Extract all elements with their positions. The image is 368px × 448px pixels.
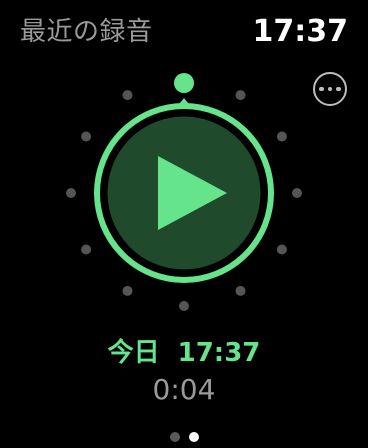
playhead[interactable] bbox=[174, 73, 194, 108]
dial-tick-dot bbox=[276, 244, 287, 255]
recording-time: 17:37 bbox=[177, 338, 261, 368]
dial-tick-dot bbox=[81, 131, 92, 142]
page-dot-1 bbox=[169, 432, 180, 442]
page-indicator bbox=[0, 432, 368, 442]
recording-duration: 0:04 bbox=[152, 373, 216, 406]
play-button[interactable] bbox=[94, 103, 274, 283]
dial-tick-dot bbox=[122, 285, 133, 296]
dial-tick-dot bbox=[235, 90, 246, 101]
dial-tick-dot bbox=[81, 244, 92, 255]
recording-date-label: 今日 bbox=[107, 338, 160, 368]
dial-tick-dot bbox=[235, 285, 246, 296]
dial-tick-dot bbox=[292, 188, 302, 198]
playhead-dot bbox=[174, 73, 194, 93]
dial-tick-dot bbox=[179, 301, 189, 311]
dial-tick-dot bbox=[122, 90, 133, 101]
dial-tick-dot bbox=[66, 188, 76, 198]
page-dot-2-active bbox=[188, 432, 199, 442]
recording-date-time: 今日 17:37 bbox=[0, 336, 368, 370]
playhead-pointer-icon bbox=[176, 98, 192, 108]
dial-tick-dot bbox=[276, 131, 287, 142]
